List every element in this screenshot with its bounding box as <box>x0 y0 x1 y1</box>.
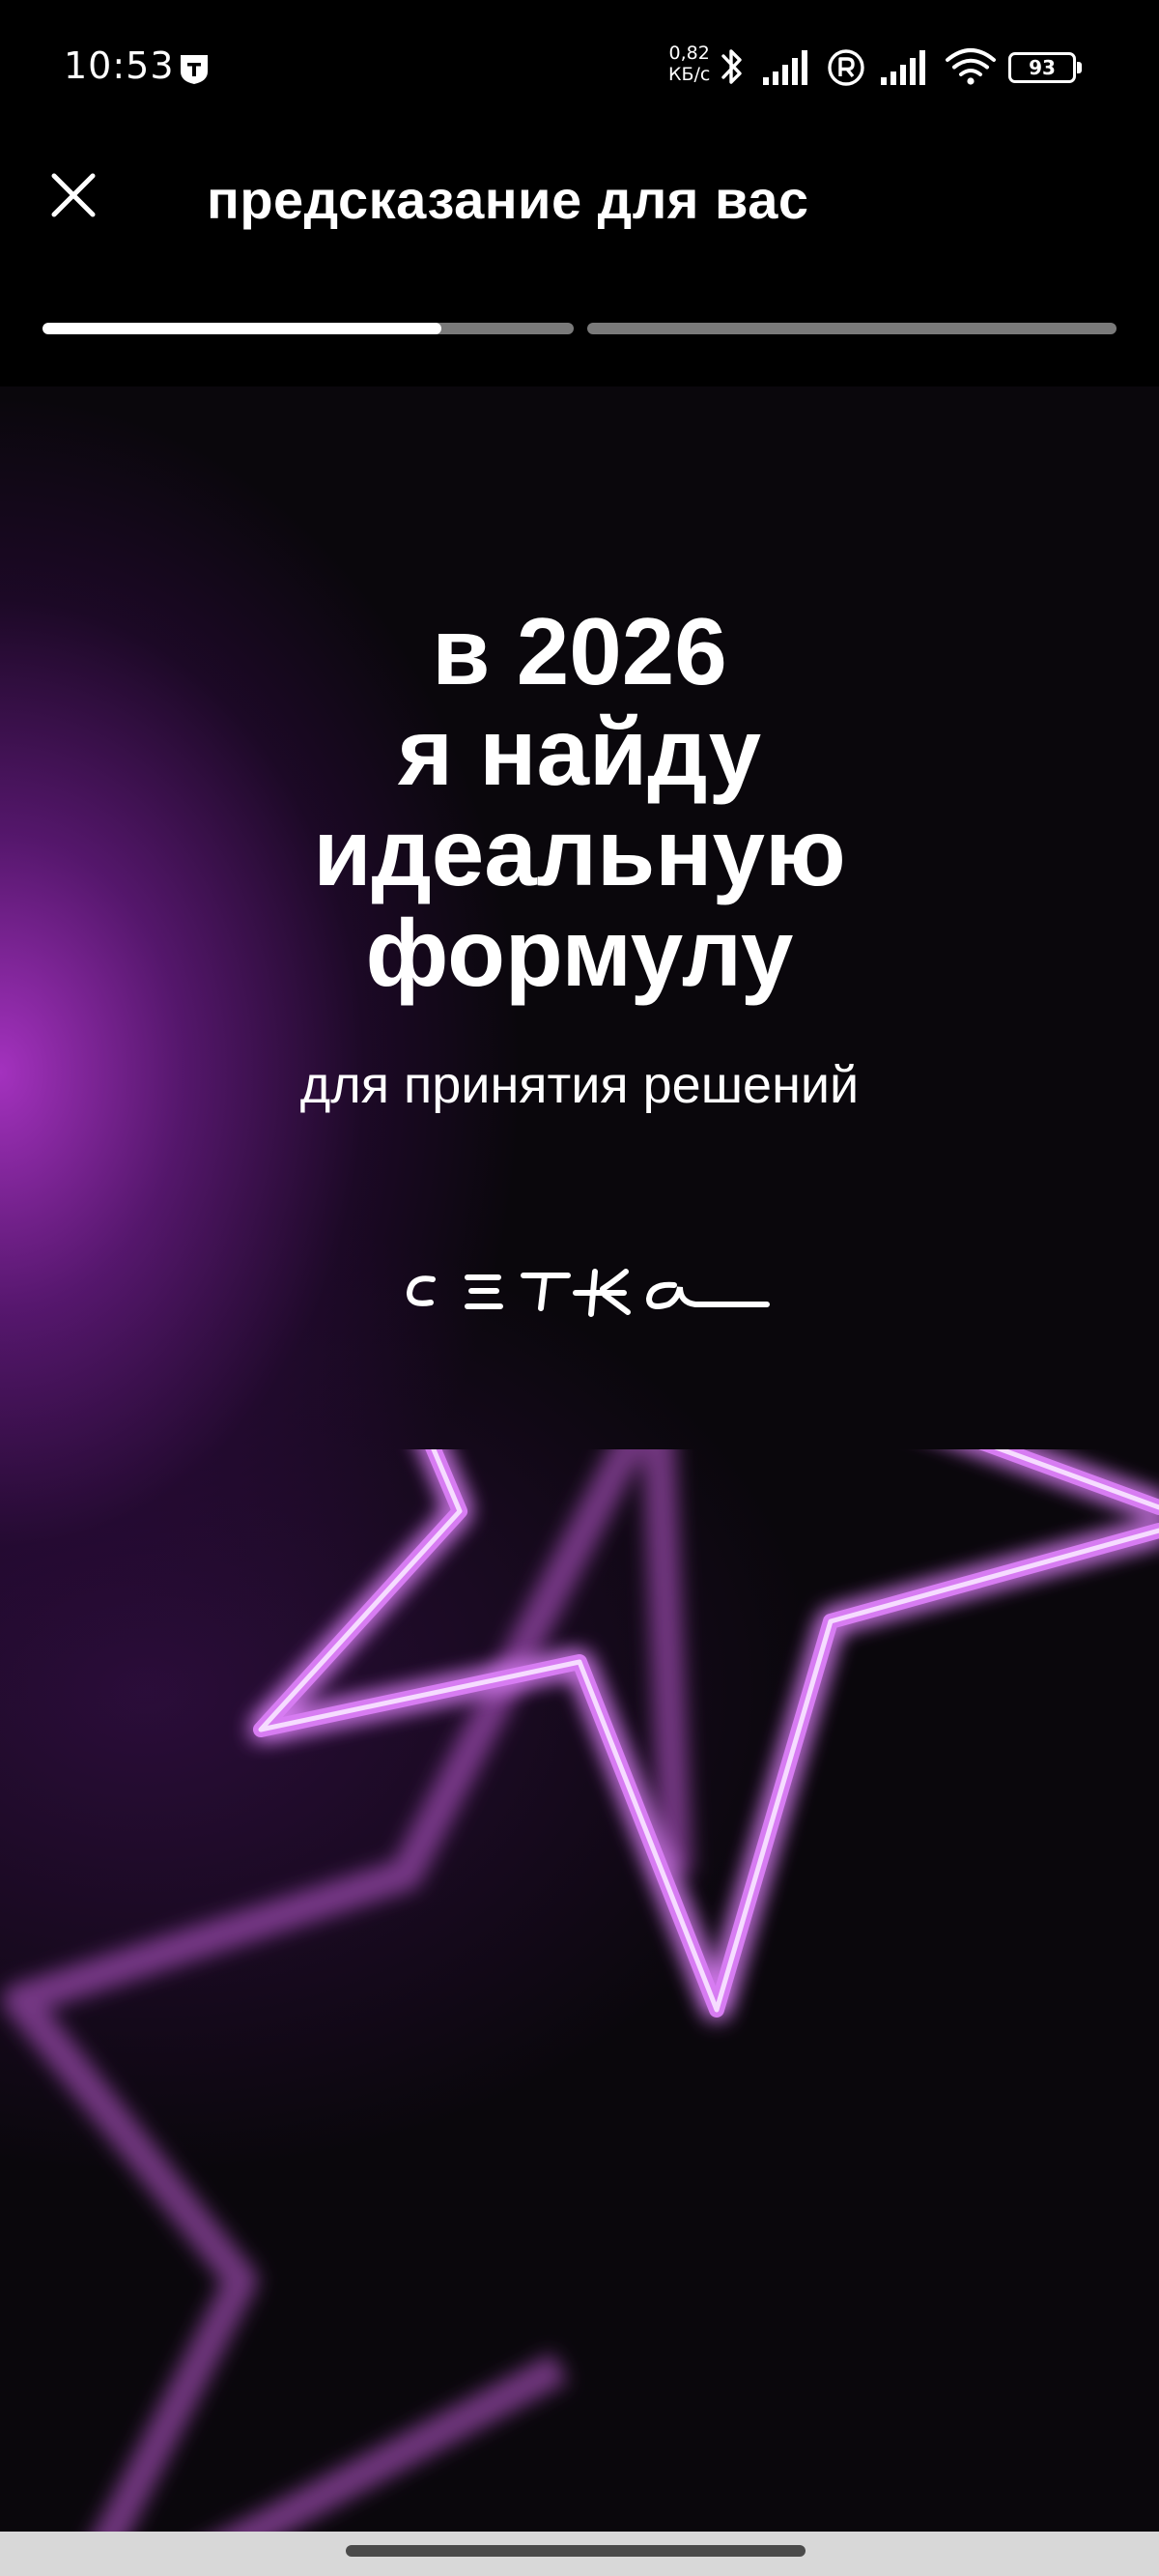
headline-line-2: я найду <box>397 699 762 805</box>
tinkoff-app-icon <box>181 55 208 84</box>
story-slide[interactable]: в 2026 я найду идеальную формулу для при… <box>0 386 1159 2532</box>
slide-headline: в 2026 я найду идеальную формулу <box>0 601 1159 1003</box>
signal-icon-2 <box>881 50 925 85</box>
headline-line-3: идеальную <box>313 799 846 905</box>
status-time: 10:53 <box>64 44 175 87</box>
close-icon <box>51 173 96 217</box>
close-button[interactable] <box>42 164 104 226</box>
roaming-icon <box>828 49 864 86</box>
slide-subtitle: для принятия решений <box>299 1056 860 1114</box>
screen: 10:53 0,82 КБ/с 93 предсказание для вас … <box>0 0 1159 2576</box>
system-nav-bar <box>0 2532 1159 2576</box>
wifi-icon <box>946 48 996 85</box>
story-progress-fill-1 <box>42 323 441 334</box>
signal-icon <box>763 50 807 85</box>
headline-line-1: в 2026 <box>432 598 727 704</box>
setka-logo <box>406 1269 770 1317</box>
story-title: предсказание для вас <box>207 169 809 230</box>
battery-level: 93 <box>1029 56 1056 79</box>
home-indicator[interactable] <box>346 2545 806 2557</box>
network-speed-value: 0,82 <box>668 43 710 64</box>
story-header: предсказание для вас <box>0 135 1159 386</box>
headline-line-4: формулу <box>365 900 794 1006</box>
neon-stars-decoration <box>3 1449 1159 2532</box>
story-progress-segment-2 <box>587 323 1117 334</box>
status-bar: 10:53 0,82 КБ/с 93 <box>0 0 1159 135</box>
battery-icon: 93 <box>1008 52 1082 83</box>
network-speed: 0,82 КБ/с <box>668 43 710 85</box>
bluetooth-icon <box>721 49 742 84</box>
network-speed-unit: КБ/с <box>668 64 711 85</box>
story-progress-segment-1 <box>42 323 574 334</box>
